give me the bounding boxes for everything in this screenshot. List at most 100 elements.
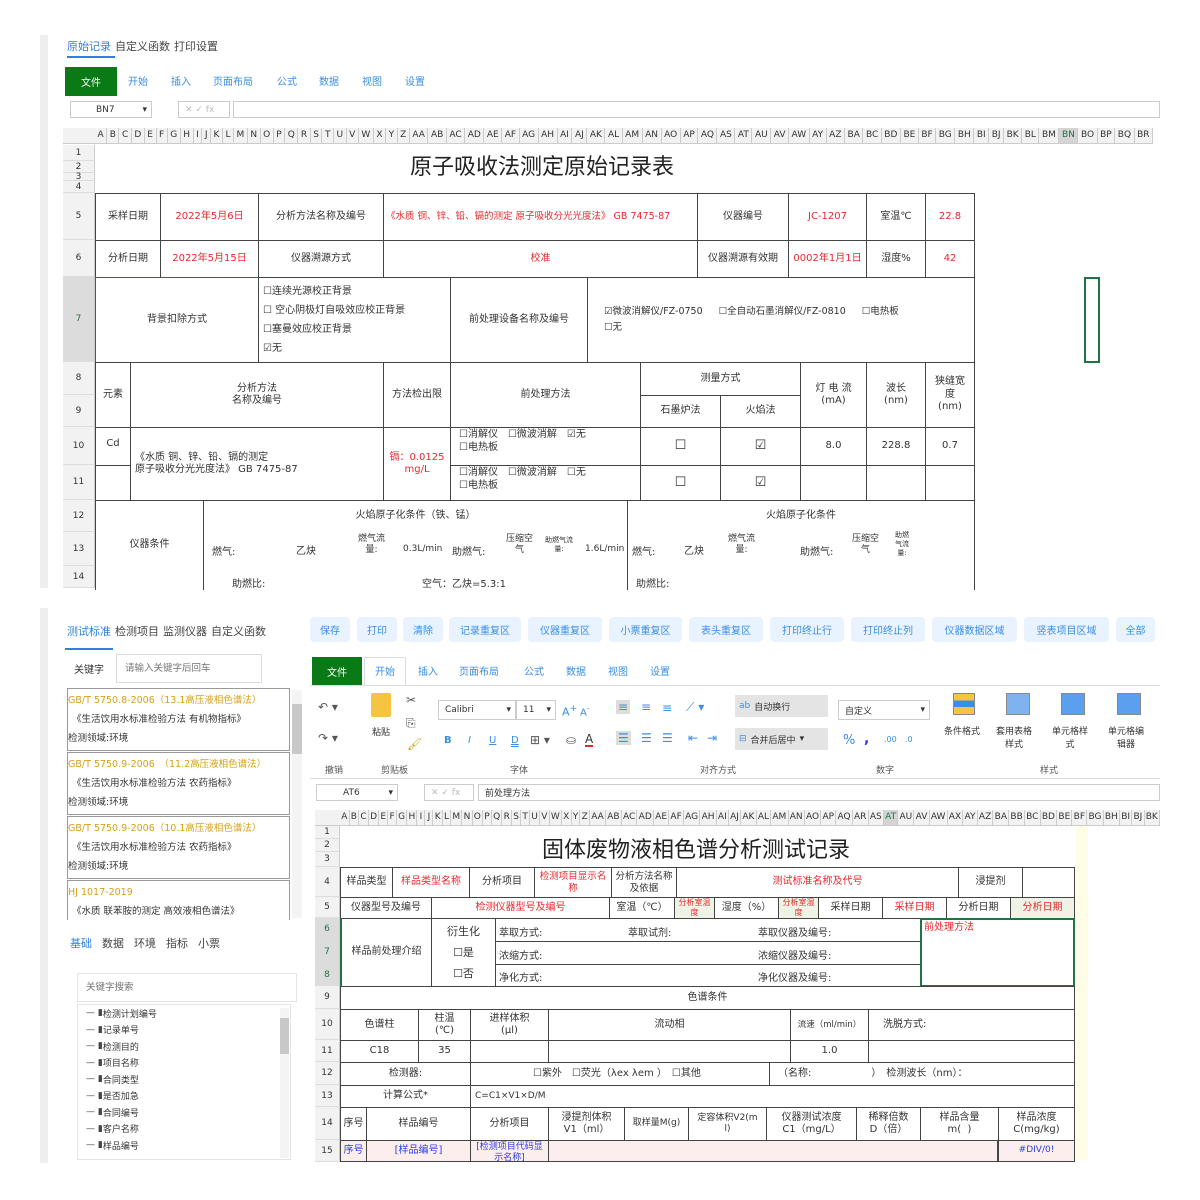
cell[interactable]: 浸提剂体积 V1（ml）: [548, 1107, 625, 1141]
column-header-ah[interactable]: AH: [539, 128, 558, 143]
background-options[interactable]: ☐连续光源校正背景 ☐ 空心阴极灯自吸效应校正背景 ☐塞曼效应校正背景 ☑无: [258, 277, 451, 363]
column-header-bh[interactable]: BH: [1104, 810, 1120, 825]
cell[interactable]: [548, 1140, 998, 1162]
clear-button[interactable]: 清除: [403, 617, 443, 642]
cell[interactable]: 仪器溯源方式: [258, 240, 384, 278]
header-repeat-button[interactable]: 表头重复区: [689, 617, 763, 642]
table-style-button[interactable]: 套用表格 样式: [996, 724, 1032, 750]
row-header-5[interactable]: 5: [315, 897, 340, 918]
cell[interactable]: 湿度（%）: [714, 897, 779, 919]
column-header-q[interactable]: Q: [492, 810, 503, 825]
column-header-r[interactable]: R: [502, 810, 513, 825]
column-header-bc[interactable]: BC: [1025, 810, 1041, 825]
cell[interactable]: 仪器型号及编号: [340, 897, 432, 919]
tree-item[interactable]: — ▮ 记录单号: [86, 1022, 290, 1039]
cell[interactable]: 22.8: [925, 193, 975, 241]
column-header-ba[interactable]: BA: [993, 810, 1010, 825]
cell[interactable]: 分析日期: [95, 240, 161, 278]
column-header-an[interactable]: AN: [789, 810, 805, 825]
cell[interactable]: 计算公式*: [340, 1085, 471, 1108]
column-header-ah[interactable]: AH: [700, 810, 717, 825]
cell[interactable]: 0002年1月1日: [788, 240, 867, 278]
column-header-al[interactable]: AL: [757, 810, 772, 825]
column-header-y[interactable]: Y: [572, 810, 581, 825]
column-header-h[interactable]: H: [181, 128, 194, 143]
tree-item[interactable]: — ▮ 检测计划编号: [86, 1005, 290, 1022]
column-header-bj[interactable]: BJ: [1132, 810, 1145, 825]
column-header-bo[interactable]: BO: [1078, 128, 1098, 143]
cell[interactable]: [866, 465, 926, 501]
column-header-bb[interactable]: BB: [1009, 810, 1025, 825]
column-header-o[interactable]: O: [473, 810, 484, 825]
column-header-f[interactable]: F: [157, 128, 168, 143]
cell[interactable]: 采样日期: [882, 897, 947, 919]
row-header-9[interactable]: 9: [63, 395, 95, 427]
cell[interactable]: （名称: ） 检测波长（nm）：: [769, 1062, 1075, 1086]
column-header-m[interactable]: M: [234, 128, 248, 143]
column-header-c[interactable]: C: [119, 128, 132, 143]
checkbox-graphite[interactable]: ☐: [640, 465, 721, 501]
print-end-row-button[interactable]: 打印终止行: [770, 617, 844, 642]
cell[interactable]: [548, 1040, 791, 1063]
column-header-ae[interactable]: AE: [484, 128, 503, 143]
cell[interactable]: 8.0: [800, 427, 867, 466]
cut-icon[interactable]: ✂: [406, 693, 416, 707]
vertical-item-button[interactable]: 竖表项目区域: [1024, 617, 1109, 642]
column-header-aa[interactable]: AA: [410, 128, 429, 143]
column-header-ar[interactable]: AR: [853, 810, 869, 825]
column-header-ab[interactable]: AB: [606, 810, 622, 825]
paste-label[interactable]: 粘贴: [372, 725, 390, 738]
column-header-as[interactable]: AS: [717, 128, 736, 143]
cell[interactable]: 分析方法名称及编号: [258, 193, 384, 241]
cell[interactable]: 背景扣除方式: [95, 277, 259, 363]
column-header-bd[interactable]: BD: [1041, 810, 1058, 825]
cell[interactable]: 取样量M(g): [624, 1107, 689, 1141]
cell[interactable]: 分析项目: [469, 867, 535, 898]
column-header-bn[interactable]: BN: [1059, 128, 1079, 143]
scrollbar-thumb[interactable]: [292, 704, 302, 754]
cell[interactable]: [样品编号]: [366, 1140, 471, 1162]
column-header-p[interactable]: P: [274, 128, 286, 143]
tab-indicator[interactable]: 指标: [166, 937, 188, 950]
ribbon-tab-file[interactable]: 文件: [65, 67, 117, 96]
column-header-ac[interactable]: AC: [622, 810, 638, 825]
cell[interactable]: 0.7: [925, 427, 975, 466]
column-header-aq[interactable]: AQ: [836, 810, 853, 825]
cell[interactable]: 分析日期: [1010, 897, 1075, 919]
cell[interactable]: 浸提剂: [958, 867, 1023, 898]
ribbon-tab-formula[interactable]: 公式: [524, 663, 544, 678]
cell[interactable]: 《水质 铜、锌、铅、镉的测定 原子吸收分光光度法》 GB 7475-87: [130, 427, 384, 501]
record-repeat-button[interactable]: 记录重复区: [449, 617, 521, 642]
cell[interactable]: [800, 465, 867, 501]
underline-icon[interactable]: U: [489, 735, 496, 746]
cell[interactable]: 检测仪器型号及编号: [431, 897, 610, 919]
cell[interactable]: #DIV/0!: [998, 1140, 1075, 1162]
column-header-r[interactable]: R: [298, 128, 311, 143]
row-header-4[interactable]: 4: [63, 181, 95, 193]
column-header-g[interactable]: G: [168, 128, 181, 143]
column-header-x[interactable]: X: [374, 128, 387, 143]
align-middle-icon[interactable]: ≡: [641, 700, 651, 714]
column-header-t[interactable]: T: [322, 128, 335, 143]
column-header-u[interactable]: U: [530, 810, 541, 825]
column-header-bl[interactable]: BL: [1022, 128, 1040, 143]
selected-cell-bn7[interactable]: [1084, 277, 1100, 363]
column-header-bq[interactable]: BQ: [1115, 128, 1135, 143]
column-header-u[interactable]: U: [334, 128, 347, 143]
column-header-bk[interactable]: BK: [1145, 810, 1160, 825]
field-search-input[interactable]: [77, 973, 297, 1002]
cell[interactable]: 检测器:: [340, 1062, 471, 1086]
increase-decimal-icon[interactable]: .00: [884, 735, 897, 744]
align-bottom-icon[interactable]: ≡: [662, 701, 672, 715]
column-header-at[interactable]: AT: [883, 810, 899, 825]
column-header-av[interactable]: AV: [914, 810, 930, 825]
checkbox-no[interactable]: ☐否: [453, 963, 474, 984]
tab-instrument[interactable]: 监测仪器: [163, 625, 207, 638]
column-header-af[interactable]: AF: [502, 128, 520, 143]
cell[interactable]: ☐消解仪 ☐微波消解 ☐无 ☐电热板: [450, 465, 641, 501]
tree-item[interactable]: — ▮ 检测目的: [86, 1038, 290, 1055]
tree-item[interactable]: — ▮ 合同编号: [86, 1104, 290, 1121]
save-button[interactable]: 保存: [310, 617, 350, 642]
ribbon-tab-settings[interactable]: 设置: [650, 663, 670, 678]
checkbox-graphite[interactable]: ☐: [640, 427, 721, 466]
